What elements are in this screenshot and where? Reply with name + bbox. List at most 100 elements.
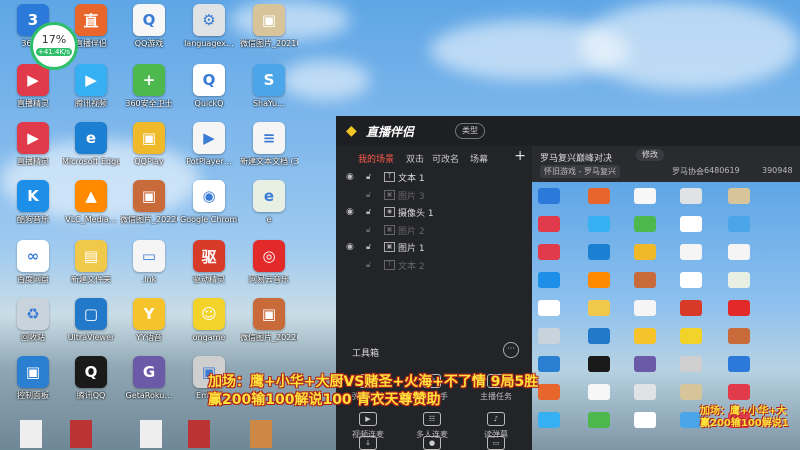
tool-label: 主播任务	[480, 392, 512, 401]
desktop-icon[interactable]: ▭ .lnk	[120, 240, 178, 285]
tab-rename[interactable]: 可改名	[432, 152, 459, 165]
preview-thumb-icon	[728, 328, 750, 344]
app-title: 直播伴侣	[366, 125, 415, 139]
video-icon: ▶	[359, 412, 377, 426]
scene-item[interactable]: 🔓︎ ▣ 图片 3	[336, 186, 532, 204]
desktop-icon[interactable]: 驱驱动精灵	[180, 240, 238, 285]
desktop-icon-label: 新建文件夹	[71, 275, 111, 284]
lock-icon[interactable]: 🔓︎	[366, 207, 371, 217]
desktop-icon[interactable]: e Microsoft Edge	[62, 122, 120, 167]
taskbar-thumb[interactable]	[70, 420, 92, 448]
desktop-icon[interactable]: Q 腾讯QQ	[62, 356, 120, 401]
desktop-icon[interactable]: S ShaYu…	[240, 64, 298, 109]
desktop-icon[interactable]: ee	[240, 180, 298, 225]
tool-download[interactable]: ↓	[338, 436, 398, 450]
scene-item[interactable]: 🔓︎ ▣ 图片 2	[336, 221, 532, 239]
desktop-icon[interactable]: Q QQ游戏	[120, 4, 178, 49]
app-icon: ▶	[17, 122, 49, 154]
app-icon: ▶	[193, 122, 225, 154]
lock-icon[interactable]: 🔓︎	[366, 190, 371, 200]
modify-button[interactable]: 修改	[636, 149, 664, 161]
taskbar-thumb[interactable]	[188, 420, 210, 448]
desktop-icon[interactable]: +360安全卫士	[120, 64, 178, 109]
preview-thumb-icon	[680, 300, 702, 316]
preview-thumb-icon	[588, 300, 610, 316]
desktop-icon[interactable]: ◉ Google Chrome	[180, 180, 238, 225]
desktop-icon[interactable]: ◎ 网易云音乐	[240, 240, 298, 285]
lock-icon[interactable]: 🔓︎	[366, 242, 371, 252]
desktop-icon[interactable]: K 酷狗音乐	[4, 180, 62, 225]
scene-name: 图片 2	[398, 226, 425, 237]
add-scene-icon[interactable]: +	[514, 148, 526, 164]
room-id: 6480619	[704, 166, 740, 175]
lock-icon[interactable]: 🔓︎	[366, 225, 371, 235]
app-icon: e	[253, 180, 285, 212]
desktop-icon[interactable]: ▣ 微信图片_2022010…	[240, 298, 298, 343]
scene-item[interactable]: ◉ 🔓︎ T 文本 1	[336, 168, 532, 186]
desktop-icon-label: 驱动精灵	[193, 275, 225, 284]
fan-count: 390948	[762, 166, 793, 175]
eye-icon[interactable]: ◉	[346, 172, 354, 182]
more-options-icon[interactable]: ···	[503, 342, 519, 358]
desktop-icon[interactable]: ▶ PotPlayer…	[180, 122, 238, 167]
desktop-icon-label: QQ游戏	[134, 39, 164, 48]
preview-thumb-icon	[680, 216, 702, 232]
desktop-icon[interactable]: ▶ 直播精灵	[4, 122, 62, 167]
desktop-icon-label: GetaRoku…	[125, 391, 173, 400]
desktop-icon[interactable]: ≡ 新建文本文档 (3)	[240, 122, 298, 167]
desktop-icon-label: 微信图片_2022040…	[120, 215, 178, 224]
desktop-icon[interactable]: ▲ VLC_Media…	[62, 180, 120, 225]
app-icon: ▢	[75, 298, 107, 330]
scene-name: 摄像头 1	[398, 209, 434, 219]
desktop-icon[interactable]: ⚙ languagex…	[180, 4, 238, 49]
taskbar-thumb[interactable]	[250, 420, 272, 448]
desktop-icon-label: Google Chrome	[180, 215, 238, 224]
desktop-icon[interactable]: ▣ QQPlay	[120, 122, 178, 167]
desktop-icon[interactable]: ☺ ongame	[180, 298, 238, 343]
tool-record[interactable]: ●	[402, 436, 462, 450]
desktop-icon[interactable]: Y YY语音	[120, 298, 178, 343]
desktop-icon[interactable]: ▤ 新建文件夹	[62, 240, 120, 285]
tab-scene[interactable]: 场幕	[470, 152, 488, 165]
network-speed-widget[interactable]: 17% +41.4K/s	[30, 22, 78, 70]
desktop-icon[interactable]: ▶ 腾讯视频	[62, 64, 120, 109]
record-icon: ●	[423, 436, 441, 450]
overlay-text-line2: 赢200输100解说100 青衣天尊赞助	[208, 392, 441, 408]
desktop-icon[interactable]: G GetaRoku…	[120, 356, 178, 401]
tab-double-click[interactable]: 双击	[406, 152, 424, 165]
desktop-icon[interactable]: ♻ 回收站	[4, 298, 62, 343]
desktop-icon[interactable]: ▶ 直播精灵	[4, 64, 62, 109]
app-icon: G	[133, 356, 165, 388]
taskbar-thumb[interactable]	[140, 420, 162, 448]
preview-thumb-icon	[728, 384, 750, 400]
app-icon: Y	[133, 298, 165, 330]
desktop-icon[interactable]: ▣ 微信图片_2021080…	[240, 4, 298, 49]
source-type-icon: ▣	[384, 189, 395, 200]
desktop-icon[interactable]: ∞ 百度网盘	[4, 240, 62, 285]
desktop-icon[interactable]: ▣ 微信图片_2022040…	[120, 180, 178, 225]
source-type-icon: ▣	[384, 242, 395, 252]
lock-icon[interactable]: 🔓︎	[366, 172, 371, 182]
app-icon: Q	[133, 4, 165, 36]
toolbox-title: 工具箱	[352, 349, 380, 359]
preview-thumb-icon	[680, 244, 702, 260]
scene-name: 文本 1	[398, 174, 425, 184]
lock-icon[interactable]: 🔓︎	[366, 260, 371, 270]
app-icon: ♻	[17, 298, 49, 330]
desktop-icon-label: 微信图片_2021080…	[240, 39, 298, 48]
tab-my-scene[interactable]: 我的场景	[358, 152, 394, 165]
scene-item[interactable]: ◉ 🔓︎ ◉ 摄像头 1	[336, 203, 532, 221]
desktop-icon[interactable]: ▣ 控制面板	[4, 356, 62, 401]
scene-item[interactable]: ◉ 🔓︎ ▣ 图片 1	[336, 238, 532, 256]
type-button[interactable]: 类型	[455, 123, 485, 139]
scene-name: 文本 2	[398, 261, 425, 272]
tool-screen[interactable]: ▭	[466, 436, 526, 450]
category-tag[interactable]: 怀旧游戏 - 罗马复兴	[540, 165, 620, 178]
taskbar-thumb[interactable]	[20, 420, 42, 448]
desktop-icon[interactable]: Q QuickQ	[180, 64, 238, 109]
desktop-icon[interactable]: ▢ UltraViewer	[62, 298, 120, 343]
eye-icon[interactable]: ◉	[346, 207, 354, 217]
eye-icon[interactable]: ◉	[346, 242, 354, 252]
scene-item[interactable]: 🔓︎ T 文本 2	[336, 256, 532, 274]
preview-thumb-icon	[588, 412, 610, 428]
